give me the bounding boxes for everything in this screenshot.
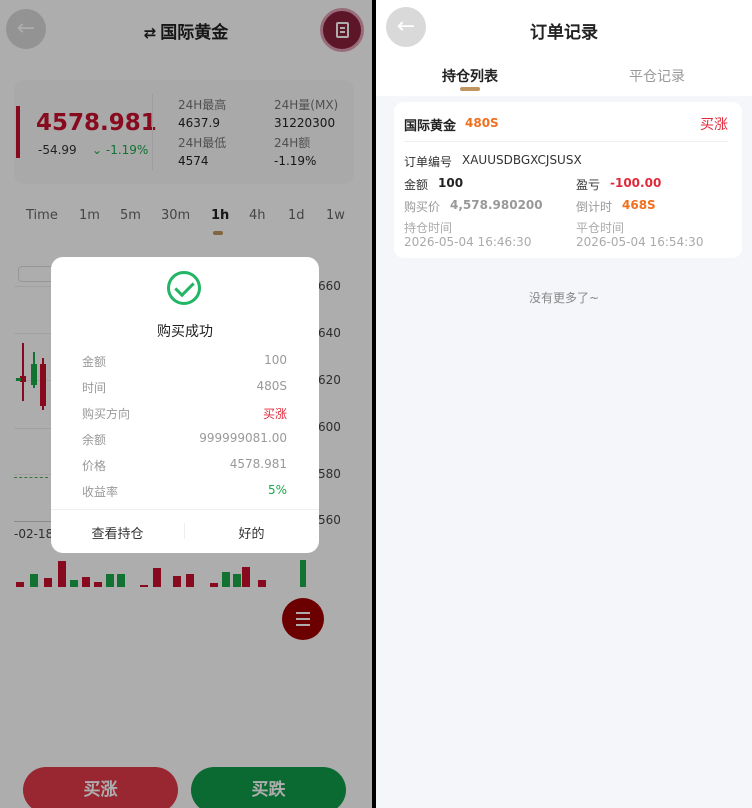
detail-row: 收益率 5% [82, 483, 287, 499]
ok-button[interactable]: 好的 [185, 523, 318, 542]
detail-row: 金额 100 [82, 353, 287, 369]
close-time-label: 平仓时间 [576, 221, 625, 235]
order-no-label: 订单编号 [404, 155, 453, 169]
tab-closed[interactable]: 平仓记录 [629, 66, 685, 86]
order-direction: 买涨 [700, 117, 728, 133]
orders-header: ← 订单记录 持仓列表 平仓记录 [376, 0, 752, 96]
detail-row: 价格 4578.981 [82, 457, 287, 473]
order-no: XAUUSDBGXCJSUSX [462, 153, 582, 167]
countdown-value: 468S [622, 198, 656, 212]
countdown-label: 倒计时 [576, 200, 613, 214]
purchase-success-dialog: 购买成功 金额 100 时间 480S 购买方向 买涨 余额 999999081… [51, 257, 319, 553]
trade-panel: ← ⇄ 国际黄金 4578.981 -54.99 ⌄ -1.19% 24H最高 4… [0, 0, 372, 808]
close-time-value: 2026-05-04 16:54:30 [576, 235, 704, 249]
tab-positions[interactable]: 持仓列表 [442, 66, 498, 86]
check-circle-icon [167, 271, 201, 305]
no-more-text: 没有更多了~ [528, 291, 600, 305]
order-duration: 480S [465, 116, 499, 130]
divider [51, 509, 319, 510]
detail-row: 余额 999999081.00 [82, 431, 287, 447]
divider [404, 141, 728, 142]
open-time-value: 2026-05-04 16:46:30 [404, 235, 532, 249]
orders-panel: ← 订单记录 持仓列表 平仓记录 国际黄金 480S 买涨 订单编号 XAUUS… [376, 0, 752, 808]
buy-price-value: 4,578.980200 [450, 198, 543, 212]
order-symbol: 国际黄金 [404, 119, 457, 134]
detail-row: 时间 480S [82, 379, 287, 395]
view-positions-button[interactable]: 查看持仓 [51, 523, 184, 542]
pnl-label: 盈亏 [576, 178, 601, 192]
page-title: 订单记录 [530, 23, 598, 43]
dialog-title: 购买成功 [157, 324, 213, 340]
amount-value: 100 [438, 176, 464, 190]
open-time-label: 持仓时间 [404, 221, 453, 235]
buy-price-label: 购买价 [404, 200, 441, 214]
order-card[interactable]: 国际黄金 480S 买涨 订单编号 XAUUSDBGXCJSUSX 金额 100… [394, 102, 742, 258]
detail-row: 购买方向 买涨 [82, 407, 287, 421]
pnl-value: -100.00 [610, 176, 662, 190]
amount-label: 金额 [404, 178, 429, 192]
active-tab-indicator [460, 87, 480, 91]
